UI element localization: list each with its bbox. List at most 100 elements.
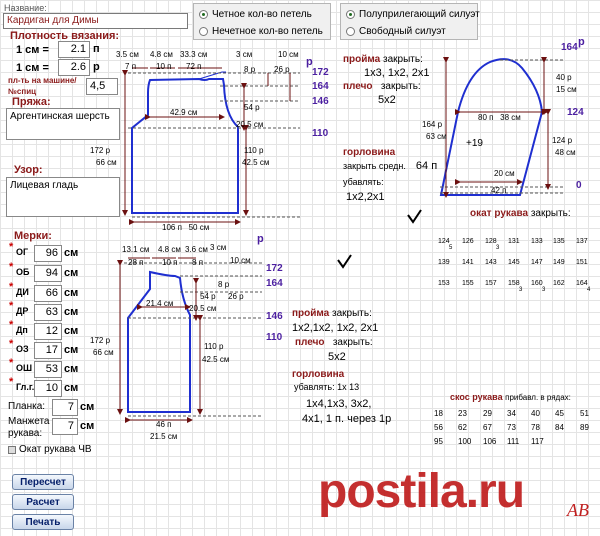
front-piece-drawing	[117, 257, 262, 423]
cap-cell: 160	[531, 280, 543, 287]
back-armhole-title: пройма закрыть:	[343, 54, 423, 65]
back-row-146: 146	[312, 96, 329, 107]
front-top2-1: 28 п	[128, 258, 144, 267]
front-mid: 21.4 см	[146, 299, 174, 308]
front-left-b: 66 см	[93, 348, 114, 357]
slope-cell: 45	[555, 409, 564, 418]
slope-cell: 89	[580, 423, 589, 432]
back-row-172: 172	[312, 67, 329, 78]
cap-cell: 141	[462, 259, 474, 266]
cap-cell: 131	[508, 238, 520, 245]
back-neck-dec: убавлять:	[343, 177, 384, 187]
slope-cell: 56	[434, 423, 443, 432]
sleeve-left-1: 164 р	[422, 120, 443, 129]
front-bottom-2: 21.5 см	[150, 432, 178, 441]
back-shoulder-values: 5х2	[378, 94, 396, 106]
back-side1b: 20.5 см	[236, 120, 264, 129]
front-left-a: 172 р	[90, 336, 111, 345]
back-armhole-values: 1х3, 1х2, 2х1	[364, 67, 430, 79]
sleeve-p-label: р	[578, 36, 585, 48]
back-top2-2: 10 п	[156, 62, 172, 71]
sleeve-inner-3: 42 п	[491, 186, 507, 195]
back-left-a: 172 р	[90, 146, 111, 155]
front-right-top-2: 10 см	[230, 256, 251, 265]
back-mid: 42.9 см	[170, 108, 198, 117]
back-shoulder-title: плечо закрыть:	[343, 81, 421, 92]
front-armhole-title: пройма закрыть:	[292, 308, 372, 319]
checkmark-icon	[407, 209, 422, 224]
sleeve-top-164: 164	[561, 42, 578, 53]
slope-cell: 84	[555, 423, 564, 432]
front-row-164: 164	[266, 278, 283, 289]
sleeve-inner-plus: +19	[466, 138, 483, 149]
back-row-164: 164	[312, 81, 329, 92]
sleeve-inner-2: 20 см	[494, 169, 515, 178]
slope-cell: 100	[458, 437, 472, 446]
back-top-3: 33.3 см	[180, 50, 208, 59]
back-top-5: 10 см	[278, 50, 299, 59]
front-top-1: 13.1 см	[122, 245, 150, 254]
cap-cell-sub: 3	[496, 245, 500, 251]
front-shoulder-values: 5х2	[328, 351, 346, 363]
front-armhole-values: 1х2,1х2, 1х2, 2х1	[292, 322, 379, 334]
back-top2-5: 26 р	[274, 65, 290, 74]
back-top-4: 3 см	[236, 50, 253, 59]
slope-cell: 62	[458, 423, 467, 432]
cap-cell: 143	[485, 259, 497, 266]
cap-cell: 133	[531, 238, 543, 245]
back-neck-dec-values: 1х2,2х1	[346, 191, 385, 203]
front-shoulder-title: плечо закрыть:	[295, 337, 373, 348]
slope-cell: 34	[507, 409, 516, 418]
front-neck-title: горловина	[292, 369, 345, 380]
front-neck-dec: убавлять: 1х 13	[294, 382, 360, 392]
slope-cell: 111	[507, 437, 520, 446]
cap-cell: 158	[508, 280, 520, 287]
slope-cell: 73	[507, 423, 516, 432]
front-row-146: 146	[266, 311, 283, 322]
front-bottom-1: 46 п	[156, 420, 172, 429]
slope-cell: 95	[434, 437, 443, 446]
front-side1a: 54 р	[200, 292, 216, 301]
front-side1c: 8 р	[218, 280, 230, 289]
sleeve-slope-title: скос рукава прибавл. в рядах:	[450, 392, 571, 402]
checkmark-icon	[337, 254, 352, 269]
cap-cell: 137	[576, 238, 588, 245]
sleeve-left-2: 63 см	[426, 132, 447, 141]
cap-cell: 153	[438, 280, 450, 287]
front-side1b: 20.5 см	[189, 304, 217, 313]
cap-cell: 139	[438, 259, 450, 266]
sleeve-right-4: 48 см	[555, 148, 576, 157]
slope-cell: 106	[483, 437, 497, 446]
pattern-drawings	[117, 57, 565, 423]
back-side1a: 54 р	[244, 103, 260, 112]
cap-cell: 128	[485, 238, 497, 245]
back-bottom: 106 п 50 см	[162, 223, 210, 232]
back-top2-1: 7 п	[125, 62, 137, 71]
back-piece-drawing	[122, 67, 300, 225]
cap-cell: 126	[462, 238, 474, 245]
front-row-110: 110	[266, 332, 283, 343]
back-side2b: 42.5 см	[242, 158, 270, 167]
back-side2a: 110 р	[244, 146, 264, 155]
cap-cell-sub: 4	[587, 287, 591, 293]
sleeve-cap-title: окат рукава закрыть:	[470, 208, 571, 219]
sleeve-row-124: 124	[567, 107, 584, 118]
front-right-top-1: 3 см	[210, 243, 227, 252]
back-neck-title: горловина	[343, 147, 396, 158]
front-side2b: 42.5 см	[202, 355, 230, 364]
back-top-2: 4.8 см	[150, 50, 173, 59]
front-neck-line1: 1х4,1х3, 3х2,	[306, 398, 372, 410]
front-top2-2: 10 п	[162, 258, 178, 267]
front-neck-line2: 4х1, 1 п. через 1р	[302, 413, 392, 425]
watermark-signature: AB	[567, 500, 589, 520]
sleeve-inner-1: 80 п 38 см	[478, 113, 521, 122]
sleeve-row-0: 0	[576, 180, 582, 191]
back-top-1: 3.5 см	[116, 50, 139, 59]
sleeve-right-2: 15 см	[556, 85, 577, 94]
slope-cell: 78	[531, 423, 540, 432]
slope-cell: 67	[483, 423, 492, 432]
front-top2-3: 8 п	[192, 258, 204, 267]
front-row-172: 172	[266, 263, 283, 274]
cap-cell-sub: 3	[519, 287, 523, 293]
cap-cell: 157	[485, 280, 497, 287]
